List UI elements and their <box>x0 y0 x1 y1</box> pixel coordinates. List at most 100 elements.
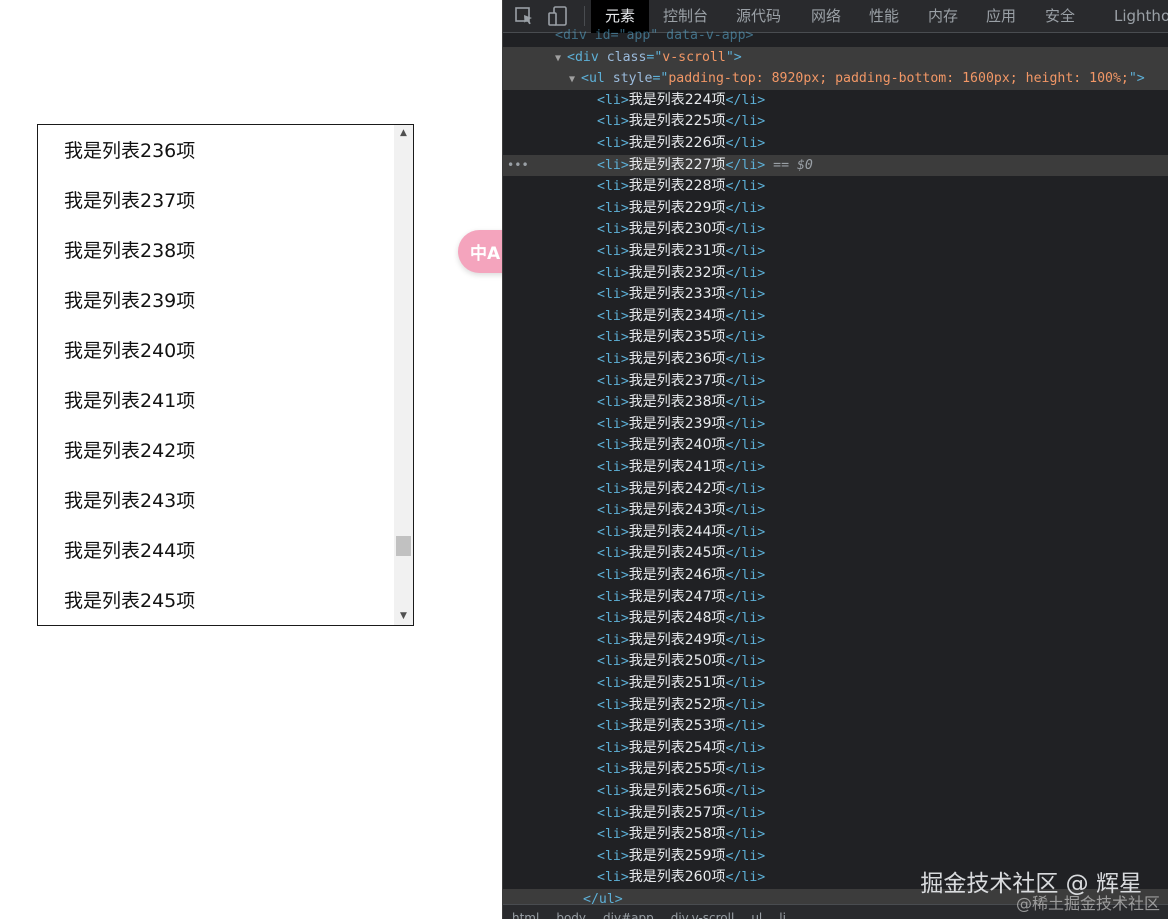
breadcrumb-item[interactable]: div#app <box>603 911 654 919</box>
dom-node-li[interactable]: <li>我是列表257项</li> <box>503 803 1168 825</box>
tag-open: <li> <box>597 287 629 303</box>
translate-icon: 中A <box>470 244 501 264</box>
li-text: 我是列表239项 <box>628 415 726 432</box>
tag-close: </li> <box>725 611 766 627</box>
li-text: 我是列表259项 <box>628 847 726 864</box>
tag-close: </li> <box>725 805 766 821</box>
tag-open: <li> <box>597 265 629 281</box>
dom-node-li[interactable]: <li>我是列表250项</li> <box>503 651 1168 673</box>
li-text: 我是列表228项 <box>628 178 726 195</box>
dom-node-li[interactable]: <li>我是列表226项</li> <box>503 133 1168 155</box>
li-text: 我是列表233项 <box>628 286 726 303</box>
tag-open: <li> <box>597 870 629 886</box>
breadcrumb-item[interactable]: body <box>556 911 586 919</box>
tag-close: "> <box>1128 71 1145 87</box>
dom-node-app[interactable]: <div id="app" data-v-app> <box>503 25 1168 47</box>
dom-node-li[interactable]: <li>我是列表231项</li> <box>503 241 1168 263</box>
dom-node-ul[interactable]: ▼ <ul style="padding-top: 8920px; padding… <box>503 68 1168 90</box>
dom-node-li[interactable]: <li>我是列表229项</li> <box>503 198 1168 220</box>
tag-close: </li> <box>725 524 766 540</box>
li-text: 我是列表253项 <box>628 718 726 735</box>
dom-node-li[interactable]: <li>我是列表238项</li> <box>503 392 1168 414</box>
tag-close: </li> <box>725 287 766 303</box>
virtual-scroll-list[interactable]: 我是列表236项 我是列表237项 我是列表238项 我是列表239项 我是列表240项… <box>37 124 414 626</box>
dom-node-li[interactable]: <li>我是列表234项</li> <box>503 306 1168 328</box>
tag-close: </li> <box>725 308 766 324</box>
tag-open: <li> <box>597 395 629 411</box>
li-text: 我是列表246项 <box>628 567 726 583</box>
tag-open: <li> <box>597 460 629 475</box>
dom-node-li[interactable]: <li>我是列表224项</li> <box>503 90 1168 112</box>
dom-node-li[interactable]: <li>我是列表258项</li> <box>503 824 1168 846</box>
tag-close: </li> <box>725 460 766 475</box>
li-text: 我是列表238项 <box>628 394 726 411</box>
dom-node-li[interactable]: <li>我是列表242项</li> <box>503 479 1168 501</box>
dom-node-li[interactable]: <li>我是列表243项</li> <box>503 500 1168 522</box>
dom-node-li[interactable]: <li>我是列表252项</li> <box>503 695 1168 717</box>
dom-node-li[interactable]: <li>我是列表244项</li> <box>503 522 1168 544</box>
dom-node-li[interactable]: <li>我是列表249项</li> <box>503 630 1168 652</box>
dom-node-li[interactable]: <li>我是列表254项</li> <box>503 738 1168 760</box>
dom-node-li[interactable]: <li>我是列表251项</li> <box>503 673 1168 695</box>
scroll-down-arrow-icon[interactable]: ▼ <box>394 608 413 625</box>
tag-open: <li> <box>597 416 629 432</box>
scroll-up-arrow-icon[interactable]: ▲ <box>394 125 413 142</box>
dom-node-li[interactable]: <li>我是列表256项</li> <box>503 781 1168 803</box>
dom-node-li[interactable]: <li>我是列表237项</li> <box>503 371 1168 393</box>
dom-node-li[interactable]: <li>我是列表228项</li> <box>503 176 1168 198</box>
tag-close: </li> <box>725 546 766 562</box>
breadcrumb-item[interactable]: html <box>512 911 539 919</box>
dom-node-li[interactable]: <li>我是列表240项</li> <box>503 435 1168 457</box>
tag-open: <li> <box>597 157 629 173</box>
scrollbar-thumb[interactable] <box>396 536 411 556</box>
tag-open: <li> <box>597 481 629 497</box>
breadcrumb-item[interactable]: li <box>779 911 786 919</box>
li-text: 我是列表249项 <box>628 631 726 648</box>
li-text: 我是列表251项 <box>628 675 726 691</box>
dom-node-li[interactable]: <li>我是列表239项</li> <box>503 414 1168 436</box>
dom-node-li[interactable]: ••• <li>我是列表227项</li> == $0 <box>503 154 1168 177</box>
tag-open: <li> <box>597 200 629 216</box>
li-text: 我是列表240项 <box>628 437 726 454</box>
dom-node-li[interactable]: <li>我是列表235项</li> <box>503 327 1168 349</box>
tag-close: </li> <box>725 114 766 130</box>
tag-open: <li> <box>597 697 629 713</box>
translate-button[interactable]: 中A <box>458 230 508 273</box>
tag-close: </li> <box>725 395 766 411</box>
dom-node-li[interactable]: <li>我是列表232项</li> <box>503 263 1168 285</box>
tag-open: <li> <box>597 308 629 324</box>
tag-open: <li> <box>597 373 629 389</box>
li-text: 我是列表250项 <box>628 653 726 670</box>
device-toolbar-icon[interactable] <box>547 5 571 27</box>
list-item: 我是列表237项 <box>64 190 196 212</box>
vertical-scrollbar[interactable]: ▲ ▼ <box>394 125 413 625</box>
tag-open: <li> <box>597 740 629 756</box>
breadcrumb-item[interactable]: ul <box>751 911 762 919</box>
tag-close: </li> <box>725 632 766 648</box>
tag-close: </li> <box>725 719 766 735</box>
li-text: 我是列表255项 <box>628 761 726 778</box>
tag-close: </li> <box>725 740 766 756</box>
dom-node-li[interactable]: <li>我是列表236项</li> <box>503 349 1168 371</box>
dom-node-li[interactable]: <li>我是列表255项</li> <box>503 759 1168 781</box>
dom-node-li[interactable]: <li>我是列表230项</li> <box>503 219 1168 241</box>
li-text: 我是列表227项 <box>628 156 726 173</box>
dom-node-li[interactable]: <li>我是列表248项</li> <box>503 608 1168 630</box>
inspect-element-icon[interactable] <box>513 5 537 27</box>
dom-node-li[interactable]: <li>我是列表247项</li> <box>503 587 1168 609</box>
tag-eq: =" <box>652 71 669 87</box>
devtools-panel: 元素控制台源代码网络性能内存应用安全Lighthouse <div id="ap… <box>502 0 1168 919</box>
dom-node-li[interactable]: <li>我是列表241项</li> <box>503 457 1168 479</box>
breadcrumb-item[interactable]: div.v-scroll <box>671 911 735 919</box>
dom-node-li[interactable]: <li>我是列表225项</li> <box>503 111 1168 133</box>
dom-node-div[interactable]: ▼ <div class="v-scroll"> <box>503 46 1168 69</box>
dom-node-li[interactable]: <li>我是列表253项</li> <box>503 716 1168 738</box>
tag-open: <div <box>567 49 607 65</box>
tag-close: </li> <box>725 438 766 454</box>
tag-close: </li> <box>725 762 766 778</box>
dom-node-li[interactable]: <li>我是列表233项</li> <box>503 284 1168 306</box>
dom-node-li[interactable]: <li>我是列表245项</li> <box>503 543 1168 565</box>
li-text: 我是列表256项 <box>628 783 726 799</box>
dom-node-li[interactable]: <li>我是列表246项</li> <box>503 565 1168 587</box>
tag-close: </li> <box>725 352 766 367</box>
